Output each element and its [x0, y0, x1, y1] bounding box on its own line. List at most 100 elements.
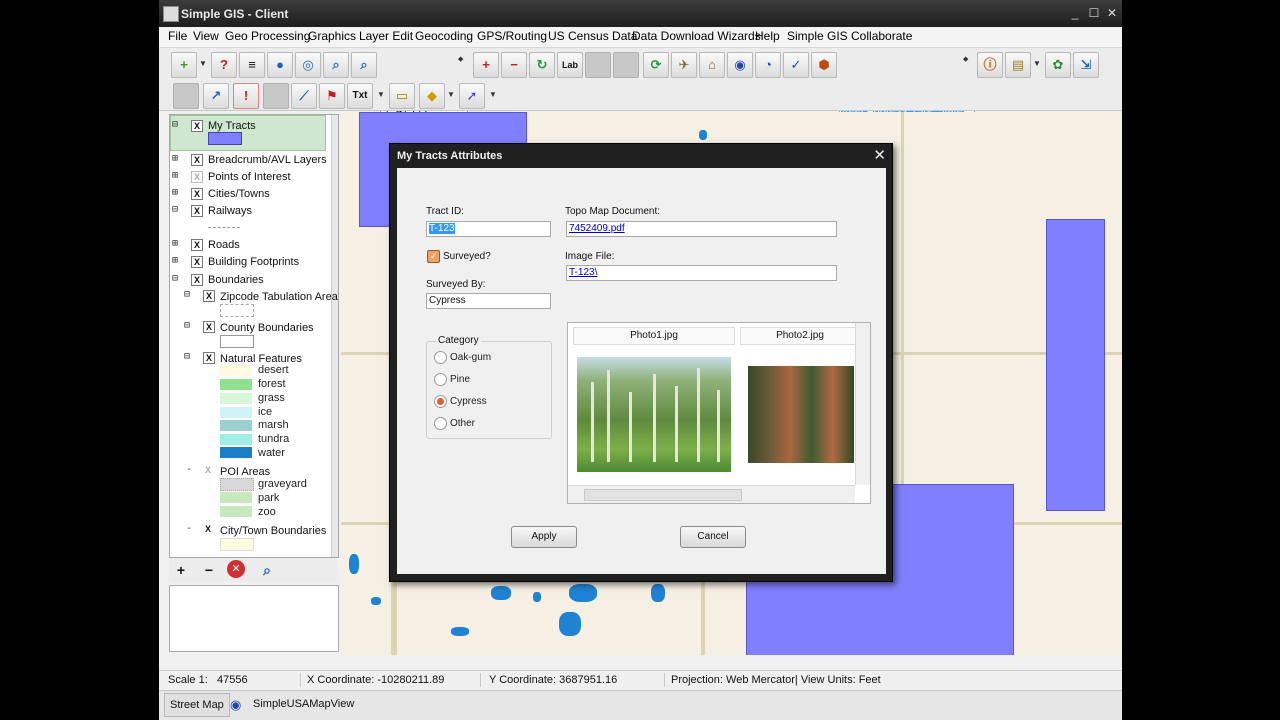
- layer-checkbox[interactable]: X: [203, 465, 213, 475]
- delete-icon[interactable]: ✕: [227, 560, 245, 578]
- add-layer-icon[interactable]: +: [171, 52, 197, 78]
- refresh-map-icon[interactable]: ↻: [529, 52, 555, 78]
- world-settings-icon[interactable]: ✿: [1045, 52, 1071, 78]
- draw-line-icon[interactable]: ⟋: [291, 83, 317, 109]
- sync-icon[interactable]: ⟳: [643, 52, 669, 78]
- measure-icon[interactable]: ↗: [203, 83, 229, 109]
- layer-label[interactable]: County Boundaries: [220, 322, 314, 334]
- layer-checkbox[interactable]: X: [191, 239, 203, 251]
- expander-icon[interactable]: -: [186, 523, 192, 534]
- stopwatch-icon[interactable]: ◔: [755, 52, 781, 78]
- expander-icon[interactable]: ⊞: [172, 187, 178, 198]
- layer-checkbox[interactable]: X: [191, 120, 203, 132]
- layer-checkbox[interactable]: X: [191, 205, 203, 217]
- layer-checkbox[interactable]: X: [203, 352, 215, 364]
- topo-map-field[interactable]: 7452409.pdf: [566, 221, 837, 237]
- expander-icon[interactable]: -: [186, 464, 192, 475]
- address-dropdown-icon[interactable]: ◆: [963, 48, 971, 72]
- layer-label[interactable]: POI Areas: [220, 466, 270, 478]
- zoom-box-icon[interactable]: ⌕: [351, 52, 377, 78]
- expander-icon[interactable]: ⊞: [172, 238, 178, 249]
- expander-icon[interactable]: ⊞: [172, 170, 178, 181]
- add-layer-button[interactable]: +: [171, 560, 191, 580]
- hexagon-marker-icon[interactable]: ⬢: [811, 52, 837, 78]
- expander-icon[interactable]: ⊟: [184, 289, 190, 300]
- airplane-icon[interactable]: ✈: [671, 52, 697, 78]
- menu-us-census-data[interactable]: US Census Data: [548, 29, 637, 43]
- expander-icon[interactable]: ⊟: [184, 351, 190, 362]
- layer-checkbox[interactable]: X: [203, 321, 215, 333]
- menu-simple-gis-collaborate[interactable]: Simple GIS Collaborate: [787, 29, 912, 43]
- remove-layer-button[interactable]: −: [199, 560, 219, 580]
- expander-icon[interactable]: ⊞: [172, 153, 178, 164]
- tab-street-map[interactable]: Street Map: [164, 693, 230, 717]
- menu-view[interactable]: View: [193, 29, 219, 43]
- menu-help[interactable]: Help: [755, 29, 780, 43]
- expander-icon[interactable]: ⊞: [172, 255, 178, 266]
- apply-button[interactable]: Apply: [511, 526, 577, 548]
- layer-label[interactable]: Breadcrumb/AVL Layers: [208, 154, 327, 166]
- ruler-icon[interactable]: ▭: [389, 83, 415, 109]
- chevron-down-icon[interactable]: ▼: [377, 83, 385, 107]
- menu-file[interactable]: File: [168, 29, 187, 43]
- layer-label[interactable]: Zipcode Tabulation Area: [220, 291, 338, 303]
- chevron-down-icon[interactable]: ▼: [447, 83, 455, 107]
- layer-label[interactable]: Cities/Towns: [208, 188, 270, 200]
- menu-layer-edit[interactable]: Layer Edit: [359, 29, 413, 43]
- layer-checkbox[interactable]: X: [203, 524, 213, 534]
- expander-icon[interactable]: ⊟: [172, 204, 178, 215]
- layer-label[interactable]: Railways: [208, 205, 252, 217]
- close-icon[interactable]: ✕: [1104, 5, 1120, 21]
- text-tool-icon[interactable]: Txt: [347, 83, 373, 109]
- layer-label[interactable]: City/Town Boundaries: [220, 525, 326, 537]
- tab-simpleusamapview[interactable]: SimpleUSAMapView: [248, 693, 359, 715]
- list-icon[interactable]: ≡: [239, 52, 265, 78]
- category-radio-pine[interactable]: [434, 373, 447, 386]
- menu-geocoding[interactable]: Geocoding: [415, 29, 473, 43]
- target-icon[interactable]: ◉: [727, 52, 753, 78]
- photo-gallery[interactable]: Photo1.jpg Photo2.jpg: [567, 322, 871, 504]
- pushpin-icon[interactable]: ⚑: [319, 83, 345, 109]
- surveyed-by-field[interactable]: Cypress: [426, 293, 551, 309]
- cancel-button[interactable]: Cancel: [680, 526, 746, 548]
- expander-icon[interactable]: ⊟: [172, 119, 178, 130]
- scroll-thumb[interactable]: [584, 489, 742, 501]
- category-radio-other[interactable]: [434, 417, 447, 430]
- menu-graphics[interactable]: Graphics: [308, 29, 356, 43]
- topo-map-link[interactable]: 7452409.pdf: [569, 223, 625, 234]
- chevron-down-icon[interactable]: ▼: [489, 83, 497, 107]
- minimize-icon[interactable]: _: [1067, 5, 1083, 21]
- zoom-out-icon[interactable]: −: [501, 52, 527, 78]
- surveyed-checkbox[interactable]: ✓: [427, 250, 440, 263]
- maximize-icon[interactable]: ☐: [1086, 5, 1102, 21]
- menu-gps-routing[interactable]: GPS/Routing: [477, 29, 547, 43]
- label-tool-icon[interactable]: Lab: [557, 52, 583, 78]
- zoom-to-layer-icon[interactable]: ⌕: [257, 560, 277, 580]
- menu-geo-processing[interactable]: Geo Processing: [225, 29, 310, 43]
- layer-checkbox[interactable]: X: [191, 154, 203, 166]
- layer-label[interactable]: Points of Interest: [208, 171, 291, 183]
- layer-label[interactable]: Boundaries: [208, 274, 264, 286]
- layer-label[interactable]: Roads: [208, 239, 240, 251]
- chevron-down-icon[interactable]: ▼: [1033, 52, 1041, 76]
- scale-spinner-icon[interactable]: ◆: [458, 48, 466, 72]
- gallery-horizontal-scrollbar[interactable]: [568, 485, 855, 503]
- expander-icon[interactable]: ⊟: [184, 320, 190, 331]
- menu-data-download-wizards[interactable]: Data Download Wizards: [632, 29, 761, 43]
- layer-checkbox[interactable]: X: [191, 274, 203, 286]
- export-icon[interactable]: ⇲: [1073, 52, 1099, 78]
- category-radio-cypress[interactable]: [434, 395, 447, 408]
- photo-thumbnail[interactable]: [577, 357, 731, 472]
- image-file-link[interactable]: T-123\: [569, 267, 597, 278]
- cursor-wand-icon[interactable]: ➚: [459, 83, 485, 109]
- info-icon[interactable]: ⓘ: [977, 52, 1003, 78]
- legend-scrollbar[interactable]: [331, 115, 338, 557]
- layer-label-my-tracts[interactable]: My Tracts: [208, 120, 256, 132]
- alert-tool-icon[interactable]: !: [233, 83, 259, 109]
- layer-checkbox[interactable]: X: [191, 171, 203, 183]
- home-icon[interactable]: ⌂: [699, 52, 725, 78]
- gallery-vertical-scrollbar[interactable]: [855, 323, 870, 485]
- zoom-full-icon[interactable]: ◎: [295, 52, 321, 78]
- document-icon[interactable]: ▤: [1005, 52, 1031, 78]
- layer-checkbox[interactable]: X: [191, 188, 203, 200]
